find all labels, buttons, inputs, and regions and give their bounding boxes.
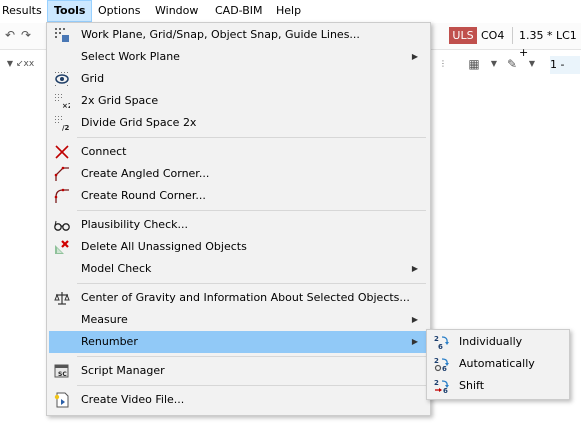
submenu-item-label: Shift (459, 379, 485, 392)
dropdown-arrow-icon[interactable]: ▼ (524, 56, 540, 72)
redo-icon[interactable]: ↷ (18, 27, 34, 43)
menu-item-label: Plausibility Check... (81, 218, 188, 231)
dropdown-arrow-icon[interactable]: ▼ (486, 56, 502, 72)
submenu-item-automatically[interactable]: 26 Automatically (429, 353, 567, 375)
menu-separator (77, 283, 426, 284)
menu-options[interactable]: Options (92, 0, 146, 22)
svg-text:6: 6 (438, 343, 443, 350)
menu-item-select-work-plane[interactable]: Select Work Plane ▶ (49, 46, 428, 68)
menu-item-label: Divide Grid Space 2x (81, 116, 197, 129)
combo-name[interactable]: CO4 (481, 27, 504, 44)
toolbar-separator-icon: ⋮ (439, 59, 447, 68)
menu-item-divide-grid-space[interactable]: /2 Divide Grid Space 2x (49, 112, 428, 134)
menu-item-grid[interactable]: Grid (49, 68, 428, 90)
menu-item-label: Create Video File... (81, 393, 185, 406)
glasses-icon (54, 217, 70, 233)
menu-separator (77, 385, 426, 386)
table-icon[interactable]: ▦ (466, 56, 482, 72)
angled-corner-icon (54, 166, 70, 182)
menu-tools[interactable]: Tools (47, 0, 93, 22)
submenu-item-label: Automatically (459, 357, 535, 370)
submenu-item-label: Individually (459, 335, 523, 348)
menu-item-2x-grid-space[interactable]: ×2 2x Grid Space (49, 90, 428, 112)
menu-item-round-corner[interactable]: Create Round Corner... (49, 185, 428, 207)
menu-item-connect[interactable]: Connect (49, 141, 428, 163)
menu-item-label: Work Plane, Grid/Snap, Object Snap, Guid… (81, 28, 360, 41)
menu-item-label: Delete All Unassigned Objects (81, 240, 247, 253)
menu-item-work-plane[interactable]: Work Plane, Grid/Snap, Object Snap, Guid… (49, 24, 428, 46)
menu-window[interactable]: Window (149, 0, 204, 22)
menu-cad-bim[interactable]: CAD-BIM (209, 0, 269, 22)
svg-text:2: 2 (434, 357, 439, 365)
axis-xx-icon[interactable]: ↙xx (16, 56, 34, 72)
menu-item-label: Create Angled Corner... (81, 167, 210, 180)
svg-text:/2: /2 (62, 124, 70, 131)
connect-icon (54, 144, 70, 160)
renumber-submenu: 26 Individually 26 Automatically 26 Shif… (426, 329, 570, 400)
menu-results[interactable]: Results (0, 0, 48, 22)
menu-help[interactable]: Help (270, 0, 307, 22)
submenu-arrow-icon: ▶ (411, 52, 418, 61)
grid-settings-icon (54, 27, 70, 43)
pen-icon[interactable]: ✎ (504, 56, 520, 72)
menu-item-label: 2x Grid Space (81, 94, 159, 107)
video-file-icon (54, 392, 70, 408)
menu-item-label: Measure (81, 313, 128, 326)
tools-menu: Work Plane, Grid/Snap, Object Snap, Guid… (46, 22, 431, 416)
menu-item-model-check[interactable]: Model Check ▶ (49, 258, 428, 280)
load-type-badge: ULS (449, 27, 477, 44)
menu-item-label: Grid (81, 72, 105, 85)
round-corner-icon (54, 188, 70, 204)
menu-item-renumber[interactable]: Renumber ▶ (49, 331, 428, 353)
menu-item-angled-corner[interactable]: Create Angled Corner... (49, 163, 428, 185)
svg-text:SC: SC (58, 371, 67, 378)
svg-text:2: 2 (434, 335, 439, 343)
submenu-arrow-icon: ▶ (411, 337, 418, 346)
renumber-individually-icon: 26 (434, 334, 450, 351)
renumber-automatically-icon: 26 (434, 356, 450, 373)
menu-separator (77, 137, 426, 138)
menu-item-label: Select Work Plane (81, 50, 180, 63)
submenu-item-individually[interactable]: 26 Individually (429, 331, 567, 353)
menu-bar: Results Tools Options Window CAD-BIM Hel… (0, 0, 581, 22)
renumber-shift-icon: 26 (434, 378, 450, 395)
menu-item-label: Script Manager (81, 364, 165, 377)
balance-icon (54, 290, 70, 306)
grid-divide-icon: /2 (54, 115, 70, 132)
menu-separator (77, 210, 426, 211)
menu-item-label: Model Check (81, 262, 152, 275)
menu-item-script-manager[interactable]: SC Script Manager (49, 360, 428, 382)
script-icon: SC (54, 363, 70, 379)
menu-item-label: Connect (81, 145, 127, 158)
menu-item-delete-unassigned[interactable]: Delete All Unassigned Objects (49, 236, 428, 258)
submenu-arrow-icon: ▶ (411, 315, 418, 324)
menu-item-label: Renumber (81, 335, 138, 348)
undo-icon[interactable]: ↶ (2, 27, 18, 43)
submenu-arrow-icon: ▶ (411, 264, 418, 273)
menu-item-center-of-gravity[interactable]: Center of Gravity and Information About … (49, 287, 428, 309)
grid-eye-icon (54, 71, 70, 87)
delete-objects-icon (54, 239, 70, 255)
combo-expression[interactable]: 1.35 * LC1 + (512, 27, 581, 59)
menu-item-measure[interactable]: Measure ▶ (49, 309, 428, 331)
svg-text:×2: ×2 (62, 102, 70, 109)
menu-item-plausibility-check[interactable]: Plausibility Check... (49, 214, 428, 236)
menu-separator (77, 356, 426, 357)
menu-item-label: Create Round Corner... (81, 189, 206, 202)
menu-item-label: Center of Gravity and Information About … (81, 291, 410, 304)
submenu-item-shift[interactable]: 26 Shift (429, 375, 567, 397)
svg-text:6: 6 (442, 365, 447, 372)
svg-text:6: 6 (443, 387, 448, 394)
grid-double-icon: ×2 (54, 93, 73, 110)
menu-item-create-video[interactable]: Create Video File... (49, 389, 428, 411)
value-field[interactable]: 1 - (550, 56, 580, 74)
svg-text:2: 2 (434, 379, 439, 387)
